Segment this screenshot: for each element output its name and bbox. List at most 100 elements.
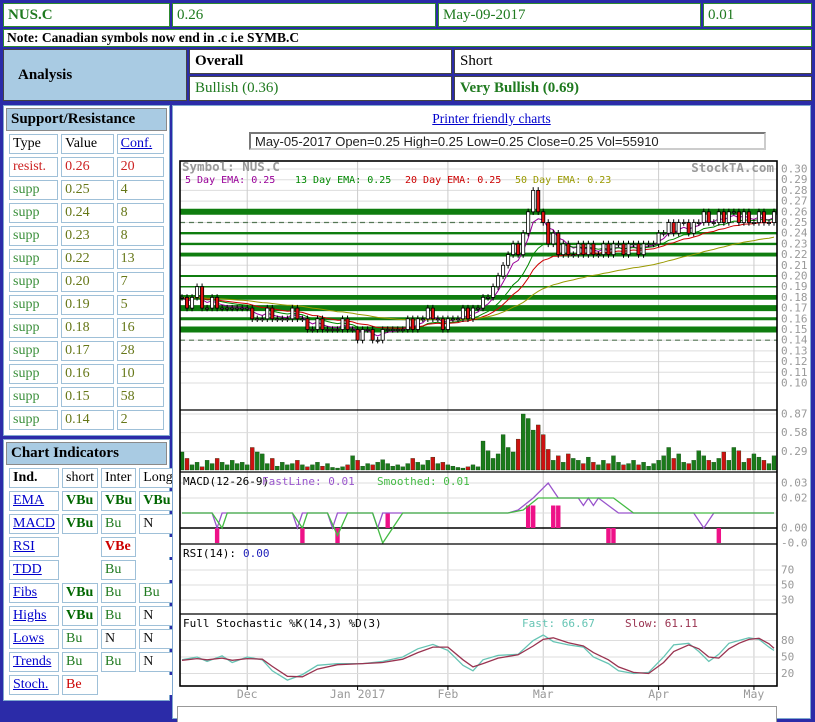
price-cell: 0.26 — [172, 3, 436, 27]
chart-text: 0.29 M — [781, 445, 809, 458]
chart-text: Feb — [438, 687, 459, 701]
sr-row: supp0.2213 — [9, 249, 164, 269]
indicator-signal: N — [101, 629, 136, 649]
indicator-link[interactable]: EMA — [13, 493, 44, 508]
indicator-link[interactable]: Stoch. — [13, 677, 48, 692]
sr-conf: 7 — [117, 272, 164, 292]
indicator-row: TrendsBuBuN — [9, 652, 177, 672]
chart-text: 0.00 — [243, 547, 270, 560]
col-header-ind: Ind. — [9, 468, 59, 488]
conf-link[interactable]: Conf. — [121, 136, 153, 151]
indicator-signal: VBu — [62, 491, 98, 511]
quote-bar: NUS.C 0.26 May-09-2017 0.01 — [3, 3, 812, 27]
indicator-link[interactable]: MACD — [13, 516, 55, 531]
sr-value: 0.14 — [61, 410, 113, 430]
quote-readout-input[interactable] — [249, 132, 766, 150]
sr-row: supp0.1728 — [9, 341, 164, 361]
analysis-overall-value: Bullish (0.36) — [189, 76, 452, 101]
chart-text: -0.01 — [781, 537, 809, 550]
chart-text: Symbol: NUS.C — [182, 159, 280, 174]
sr-conf: 4 — [117, 180, 164, 200]
chart-text: 13 Day EMA: 0.25 — [295, 175, 391, 186]
sr-conf: 2 — [117, 410, 164, 430]
chart-text: 0.00 — [781, 522, 808, 535]
indicator-row: LowsBuNN — [9, 629, 177, 649]
indicator-link[interactable]: Fibs — [13, 585, 37, 600]
sr-value: 0.20 — [61, 272, 113, 292]
sr-row: supp0.142 — [9, 410, 164, 430]
chart-text: 0.10 — [781, 377, 808, 390]
indicator-row: TDD Bu — [9, 560, 177, 580]
indicator-link[interactable]: Trends — [13, 654, 51, 669]
chart-text: 80 — [781, 634, 794, 647]
chart-text: May — [744, 687, 765, 701]
sr-row: supp0.248 — [9, 203, 164, 223]
col-header-conf: Conf. — [117, 134, 164, 154]
sr-type: supp — [9, 295, 58, 315]
indicator-signal: Bu — [101, 560, 136, 580]
sr-type: resist. — [9, 157, 58, 177]
chart-text: Slow: 61.11 — [625, 617, 698, 630]
chart-text: 20 Day EMA: 0.25 — [405, 175, 501, 186]
indicator-link[interactable]: Highs — [13, 608, 46, 623]
indicator-signal — [62, 560, 98, 580]
indicator-signal: Bu — [101, 606, 136, 626]
indicator-name: Highs — [9, 606, 59, 626]
analysis-short-value: Very Bullish (0.69) — [454, 76, 812, 101]
table-header-row: TypeValueConf. — [9, 134, 164, 154]
sr-type: supp — [9, 226, 58, 246]
indicator-name: Stoch. — [9, 675, 59, 695]
sr-value: 0.24 — [61, 203, 113, 223]
sr-type: supp — [9, 387, 58, 407]
chart-text: StockTA.com — [691, 160, 774, 175]
sr-value: 0.22 — [61, 249, 113, 269]
indicator-row: MACDVBuBuN — [9, 514, 177, 534]
sr-row: supp0.207 — [9, 272, 164, 292]
chart-text: 50 Day EMA: 0.23 — [515, 175, 611, 186]
chart-text: RSI(14): — [183, 547, 236, 560]
sr-row: supp0.254 — [9, 180, 164, 200]
chart-text: Mar — [533, 687, 554, 701]
indicator-link[interactable]: RSI — [13, 539, 35, 554]
chart-text: MACD(12-26-9) — [183, 475, 269, 488]
sr-type: supp — [9, 180, 58, 200]
indicator-signal: VBu — [62, 514, 98, 534]
indicator-row: RSIVBe — [9, 537, 177, 557]
indicator-link[interactable]: Lows — [13, 631, 44, 646]
sr-row: supp0.238 — [9, 226, 164, 246]
sr-value: 0.17 — [61, 341, 113, 361]
indicator-name: EMA — [9, 491, 59, 511]
sr-type: supp — [9, 318, 58, 338]
indicator-link[interactable]: TDD — [13, 562, 42, 577]
chart-text: 20 — [781, 667, 794, 680]
sr-value: 0.19 — [61, 295, 113, 315]
sr-conf: 13 — [117, 249, 164, 269]
chart-text: 30 — [781, 594, 794, 607]
indicator-name: TDD — [9, 560, 59, 580]
indicator-signal: Bu — [101, 514, 136, 534]
indicator-signal: VBu — [101, 491, 136, 511]
sr-conf: 20 — [117, 157, 164, 177]
indicator-row: FibsVBuBuBu — [9, 583, 177, 603]
stock-chart: Symbol: NUS.C StockTA.com 5 Day EMA: 0.25 1… — [177, 155, 809, 701]
chart-text: Jan 2017 — [330, 687, 385, 701]
chart-text: 0.87 M — [781, 408, 809, 421]
indicator-name: MACD — [9, 514, 59, 534]
chart-indicators-table: Ind.shortInterLongEMAVBuVBuVBuMACDVBuBuN… — [6, 465, 180, 698]
note-bar: Note: Canadian symbols now end in .c i.e… — [3, 29, 812, 47]
sr-value: 0.15 — [61, 387, 113, 407]
chart-text: 5 Day EMA: 0.25 — [185, 175, 275, 186]
chart-indicators-panel: Chart Indicators Ind.shortInterLongEMAVB… — [3, 439, 170, 701]
sr-row: supp0.1816 — [9, 318, 164, 338]
cutoff-box — [177, 706, 777, 722]
chart-text: Fast: 66.67 — [522, 617, 595, 630]
sr-value: 0.16 — [61, 364, 113, 384]
printer-friendly-link[interactable]: Printer friendly charts — [173, 111, 810, 127]
indicator-signal — [101, 675, 136, 695]
chart-text: Full Stochastic %K(14,3) %D(3) — [183, 617, 382, 630]
analysis-overall-header: Overall — [189, 49, 452, 74]
sr-row: supp0.1610 — [9, 364, 164, 384]
indicator-signal: Bu — [62, 629, 98, 649]
indicator-signal — [62, 537, 98, 557]
chart-indicators-title: Chart Indicators — [6, 442, 167, 465]
